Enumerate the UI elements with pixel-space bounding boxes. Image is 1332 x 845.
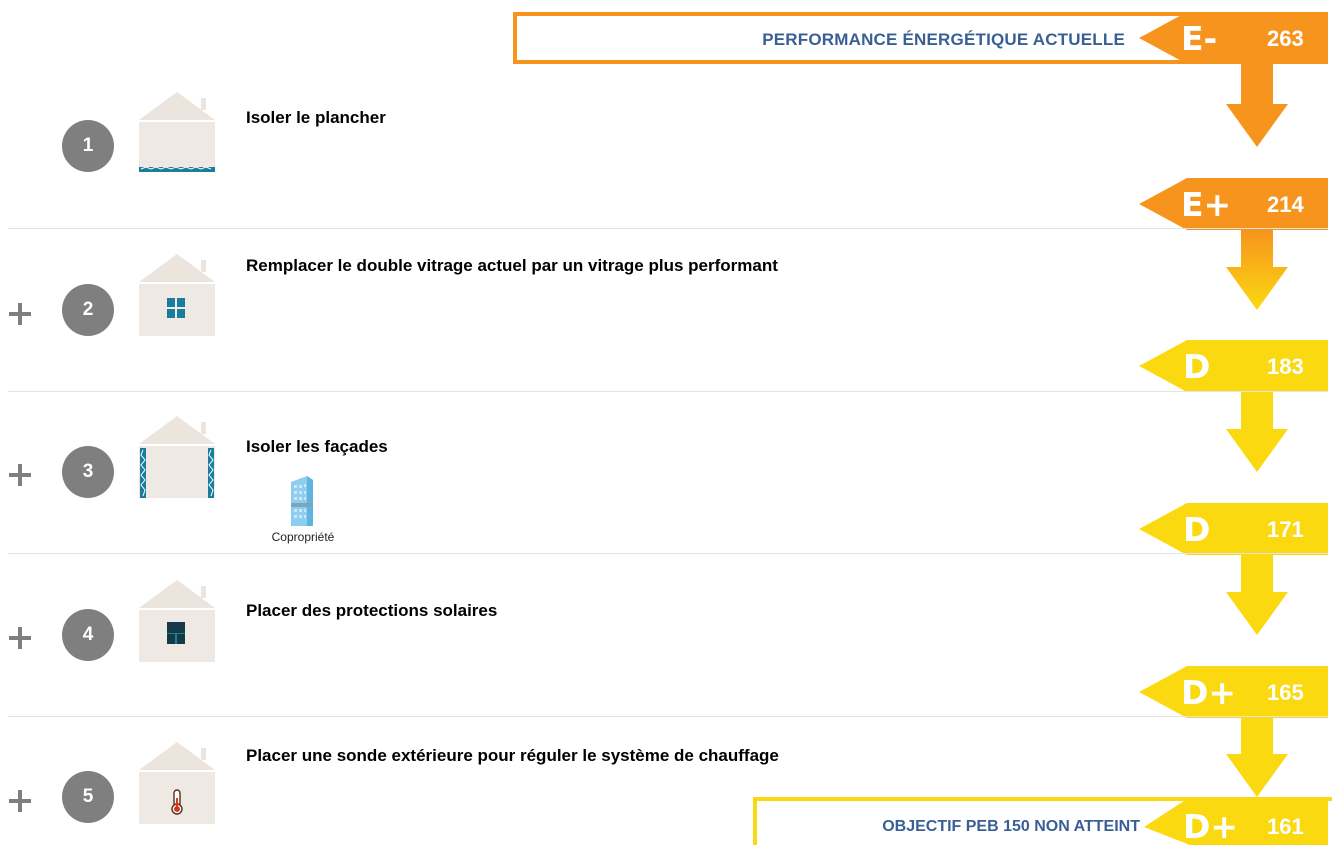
house-sun-protection-icon xyxy=(139,580,215,662)
rating-value-3: 171 xyxy=(1267,517,1304,542)
arrow-down-icon-2 xyxy=(1226,230,1288,310)
row-divider xyxy=(8,716,1328,717)
step-number-5: 5 xyxy=(62,771,114,823)
row-divider xyxy=(8,553,1328,554)
rating-grade-2: D xyxy=(1183,347,1211,386)
rating-value-1: 214 xyxy=(1267,192,1304,217)
building-icon xyxy=(291,476,313,526)
rating-value-4: 165 xyxy=(1267,680,1304,705)
arrow-down-icon-3 xyxy=(1226,392,1288,472)
copropriete-label: Copropriété xyxy=(271,530,335,544)
plus-icon xyxy=(9,627,31,649)
step-label-4: Placer des protections solaires xyxy=(246,601,498,620)
rating-grade-3: D xyxy=(1183,510,1211,549)
arrow-down-icon-1 xyxy=(1226,64,1288,147)
rating-value-0: 263 xyxy=(1267,26,1304,51)
rating-value-5: 161 xyxy=(1267,814,1304,839)
plus-icon xyxy=(9,464,31,486)
row-divider xyxy=(8,391,1328,392)
house-thermometer-icon xyxy=(139,742,215,824)
rating-value-2: 183 xyxy=(1267,354,1304,379)
step-number-4: 4 xyxy=(62,609,114,661)
step-number-3: 3 xyxy=(62,446,114,498)
step-label-3: Isoler les façades xyxy=(246,437,388,456)
house-floor-insulation-icon xyxy=(139,92,215,172)
step-number-1: 1 xyxy=(62,120,114,172)
step-number-2: 2 xyxy=(62,284,114,336)
step-label-2: Remplacer le double vitrage actuel par u… xyxy=(246,256,778,275)
plus-icon xyxy=(9,303,31,325)
row-divider xyxy=(8,228,1328,229)
arrow-down-icon-4 xyxy=(1226,555,1288,635)
arrow-down-icon-5 xyxy=(1226,718,1288,797)
rating-grade-0: E- xyxy=(1181,19,1218,58)
house-window-icon xyxy=(139,254,215,336)
house-facade-insulation-icon xyxy=(139,416,215,498)
rating-grade-5: D+ xyxy=(1183,807,1239,845)
rating-grade-1: E+ xyxy=(1181,185,1232,224)
step-label-1: Isoler le plancher xyxy=(246,108,386,127)
step-label-5: Placer une sonde extérieure pour réguler… xyxy=(246,746,779,765)
plus-icon xyxy=(9,790,31,812)
rating-grade-4: D+ xyxy=(1181,673,1237,712)
